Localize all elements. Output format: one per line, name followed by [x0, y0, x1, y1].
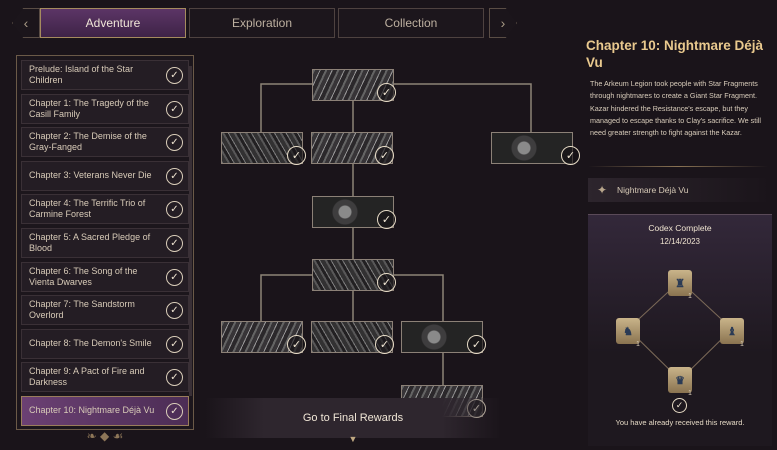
chapter-item-6[interactable]: Chapter 6: The Song of the Vienta Dwarve… — [21, 261, 189, 292]
top-tab-bar: ‹ Adventure Exploration Collection › — [12, 8, 517, 38]
tab-adventure[interactable]: Adventure — [40, 8, 186, 38]
chapter-item-label: Chapter 9: A Pact of Fire and Darkness — [29, 366, 145, 388]
tab-collection[interactable]: Collection — [338, 8, 484, 38]
check-icon: ✓ — [375, 146, 394, 165]
chapter-item-2[interactable]: Chapter 2: The Demise of the Gray-Fanged… — [21, 127, 189, 158]
chapter-item-label: Prelude: Island of the Star Children — [29, 64, 134, 85]
check-icon: ✓ — [561, 146, 580, 165]
chapter-item-label: Chapter 2: The Demise of the Gray-Fanged — [29, 131, 147, 153]
chapter-item-label: Chapter 8: The Demon's Smile — [29, 338, 152, 349]
check-icon: ✓ — [287, 335, 306, 354]
check-icon: ✓ — [166, 369, 183, 387]
reward-received-text: You have already received this reward. — [615, 418, 745, 427]
chapter-item-label: Chapter 5: A Sacred Pledge of Blood — [29, 231, 151, 253]
check-icon: ✓ — [375, 335, 394, 354]
chapter-title: Chapter 10: Nightmare Déjà Vu — [586, 38, 764, 70]
compass-icon: ✦ — [596, 183, 608, 197]
chapter-item-prelude[interactable]: Prelude: Island of the Star Children ✓ — [21, 60, 189, 90]
next-tab-arrow-icon[interactable]: › — [489, 8, 517, 38]
divider — [588, 166, 768, 167]
reward-count: 1 — [688, 390, 692, 397]
chapter-item-1[interactable]: Chapter 1: The Tragedy of the Casill Fam… — [21, 93, 189, 124]
chapter-item-label: Chapter 10: Nightmare Déjà Vu — [29, 405, 155, 416]
final-rewards-label: Go to Final Rewards — [302, 412, 404, 424]
check-icon: ✓ — [166, 201, 183, 219]
chapter-item-5[interactable]: Chapter 5: A Sacred Pledge of Blood ✓ — [21, 227, 189, 258]
codex-header: ✦ Nightmare Déjà Vu — [588, 178, 772, 202]
chapter-item-3[interactable]: Chapter 3: Veterans Never Die ✓ — [21, 160, 189, 191]
chapter-item-label: Chapter 3: Veterans Never Die — [29, 170, 152, 181]
reward-count: 1 — [740, 341, 744, 348]
tab-exploration[interactable]: Exploration — [189, 8, 335, 38]
prev-tab-arrow-icon[interactable]: ‹ — [12, 8, 40, 38]
chapter-item-4[interactable]: Chapter 4: The Terrific Trio of Carmine … — [21, 194, 189, 225]
check-icon: ✓ — [166, 167, 183, 185]
check-icon: ✓ — [672, 398, 687, 413]
check-icon: ✓ — [166, 302, 183, 320]
codex-name: Nightmare Déjà Vu — [617, 185, 689, 195]
story-graph: ✓ ✓ ✓ ✓ ✓ ✓ ✓ ✓ ✓ ✓ — [205, 55, 585, 425]
chapter-item-label: Chapter 1: The Tragedy of the Casill Fam… — [29, 97, 149, 119]
check-icon: ✓ — [166, 100, 183, 118]
check-icon: ✓ — [467, 335, 486, 354]
chapter-item-8[interactable]: Chapter 8: The Demon's Smile ✓ — [21, 328, 189, 359]
chapter-item-10[interactable]: Chapter 10: Nightmare Déjà Vu ✓ — [21, 395, 189, 426]
check-icon: ✓ — [166, 268, 183, 286]
check-icon: ✓ — [377, 83, 396, 102]
codex-date: 12/14/2023 — [659, 237, 701, 246]
chapter-item-7[interactable]: Chapter 7: The Sandstorm Overlord ✓ — [21, 295, 189, 326]
chapter-list: Prelude: Island of the Star Children ✓ Ch… — [16, 55, 194, 430]
ornament-divider-icon: ❧ ◆ ☙ — [86, 429, 124, 443]
chapter-item-9[interactable]: Chapter 9: A Pact of Fire and Darkness ✓ — [21, 362, 189, 393]
check-icon: ✓ — [287, 146, 306, 165]
chapter-item-label: Chapter 4: The Terrific Trio of Carmine … — [29, 198, 146, 220]
chapter-item-label: Chapter 6: The Song of the Vienta Dwarve… — [29, 265, 138, 287]
graph-connectors — [260, 83, 532, 385]
check-icon: ✓ — [377, 210, 396, 229]
check-icon: ✓ — [166, 234, 183, 252]
check-icon: ✓ — [166, 402, 183, 420]
chapter-item-label: Chapter 7: The Sandstorm Overlord — [29, 299, 135, 321]
check-icon: ✓ — [166, 335, 183, 353]
chapter-description: The Arkeum Legion took people with Star … — [590, 79, 762, 138]
codex-status: Codex Complete — [648, 223, 712, 233]
check-icon: ✓ — [377, 273, 396, 292]
codex-reward-panel: Codex Complete 12/14/2023 ♜ 1 ♞ 1 ♝ 1 ♛ … — [588, 214, 772, 446]
check-icon: ✓ — [166, 67, 183, 84]
reward-count: 1 — [636, 341, 640, 348]
reward-count: 1 — [688, 293, 692, 300]
go-to-final-rewards-button[interactable]: Go to Final Rewards ▼ — [205, 398, 501, 444]
check-icon: ✓ — [166, 134, 183, 152]
list-scrollbar[interactable] — [189, 66, 192, 396]
chevron-down-icon: ▼ — [348, 434, 358, 444]
story-node-4[interactable] — [491, 132, 573, 164]
